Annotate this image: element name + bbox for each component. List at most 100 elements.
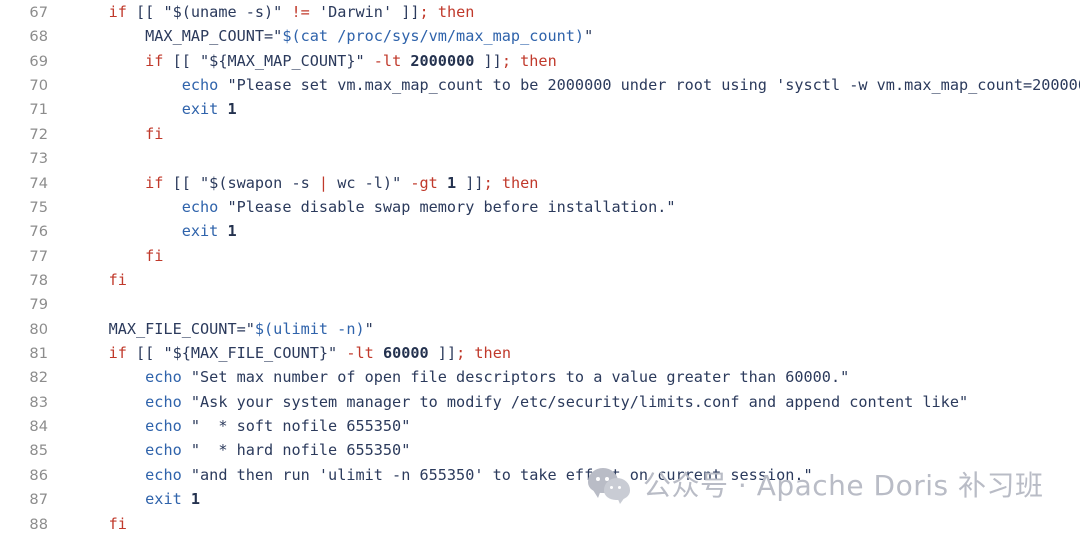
code-token: fi <box>145 246 164 265</box>
code-line[interactable]: 80 MAX_FILE_COUNT="$(ulimit -n)" <box>0 317 1080 341</box>
code-line[interactable]: 77 fi <box>0 244 1080 268</box>
code-token: if <box>145 173 164 192</box>
code-token: then <box>501 173 539 192</box>
code-token: ; <box>483 173 493 192</box>
line-number: 83 <box>29 393 48 411</box>
code-token: ]] <box>456 173 484 192</box>
code-line[interactable]: 87 exit 1 <box>0 487 1080 511</box>
code-token: 1 <box>227 222 237 241</box>
code-viewer[interactable]: 67 if [[ "$(uname -s)" != 'Darwin' ]]; t… <box>0 0 1080 536</box>
code-text: exit 1 <box>48 97 237 121</box>
code-line[interactable]: 79 <box>0 292 1080 316</box>
code-token: ]] <box>392 3 420 21</box>
code-line[interactable]: 70 echo "Please set vm.max_map_count to … <box>0 73 1080 97</box>
code-text: if [[ "${MAX_FILE_COUNT}" -lt 60000 ]]; … <box>48 341 511 365</box>
line-number: 68 <box>29 28 48 46</box>
code-token: exit <box>181 222 219 241</box>
line-number: 69 <box>29 52 48 70</box>
code-token: "Ask your system manager to modify /etc/… <box>190 392 969 411</box>
code-line[interactable]: 75 echo "Please disable swap memory befo… <box>0 195 1080 219</box>
code-token: "$(swapon -s <box>200 173 319 192</box>
code-line[interactable]: 82 echo "Set max number of open file des… <box>0 365 1080 389</box>
code-token: [[ <box>163 173 201 192</box>
code-token: ; <box>501 51 511 70</box>
code-token: then <box>437 3 475 21</box>
line-number: 79 <box>29 296 48 314</box>
code-line[interactable]: 76 exit 1 <box>0 219 1080 243</box>
code-line[interactable]: 67 if [[ "$(uname -s)" != 'Darwin' ]]; t… <box>0 0 1080 24</box>
code-token: " <box>245 319 255 338</box>
code-text: echo " * hard nofile 655350" <box>48 438 410 462</box>
line-number: 82 <box>29 369 48 387</box>
line-number: 75 <box>29 198 48 216</box>
code-token: "${MAX_FILE_COUNT}" <box>163 344 338 363</box>
line-number: 86 <box>29 466 48 484</box>
code-text: MAX_FILE_COUNT="$(ulimit -n)" <box>48 317 374 341</box>
code-line[interactable]: 88 fi <box>0 512 1080 536</box>
code-line[interactable]: 84 echo " * soft nofile 655350" <box>0 414 1080 438</box>
code-token: if <box>108 3 127 21</box>
code-text: exit 1 <box>48 219 237 243</box>
line-number: 84 <box>29 418 48 436</box>
code-token: exit <box>181 100 219 119</box>
code-line[interactable]: 73 <box>0 146 1080 170</box>
code-line[interactable]: 72 fi <box>0 122 1080 146</box>
code-text: fi <box>48 122 163 146</box>
code-token: " * soft nofile 655350" <box>190 417 411 436</box>
code-token: wc -l)" <box>328 173 402 192</box>
code-line[interactable]: 69 if [[ "${MAX_MAP_COUNT}" -lt 2000000 … <box>0 49 1080 73</box>
code-text: fi <box>48 268 127 292</box>
line-number: 81 <box>29 345 48 363</box>
code-token: 60000 <box>382 344 429 363</box>
code-token: 1 <box>190 490 201 509</box>
code-text: exit 1 <box>48 487 200 511</box>
code-text: echo "Please set vm.max_map_count to be … <box>48 73 1080 97</box>
code-token: "Please set vm.max_map_count to be 20000… <box>227 76 1080 95</box>
code-token: $(ulimit -n) <box>254 319 365 338</box>
code-line[interactable]: 83 echo "Ask your system manager to modi… <box>0 390 1080 414</box>
code-line[interactable]: 78 fi <box>0 268 1080 292</box>
line-number: 74 <box>29 174 48 192</box>
code-token: ; <box>419 3 429 21</box>
code-text: if [[ "$(uname -s)" != 'Darwin' ]]; then <box>48 0 475 24</box>
code-token: "${MAX_MAP_COUNT}" <box>200 51 365 70</box>
code-token: [[ <box>126 3 164 21</box>
code-line[interactable]: 71 exit 1 <box>0 97 1080 121</box>
line-number: 70 <box>29 77 48 95</box>
code-token: 'Darwin' <box>318 3 393 21</box>
code-token: fi <box>108 514 127 533</box>
code-token: 1 <box>446 173 457 192</box>
line-number: 71 <box>29 101 48 119</box>
code-line[interactable]: 85 echo " * hard nofile 655350" <box>0 438 1080 462</box>
code-line[interactable]: 86 echo "and then run 'ulimit -n 655350'… <box>0 463 1080 487</box>
code-token: != <box>291 3 310 21</box>
code-token: " * hard nofile 655350" <box>190 441 411 460</box>
code-line[interactable]: 74 if [[ "$(swapon -s | wc -l)" -gt 1 ]]… <box>0 171 1080 195</box>
code-token: " <box>584 27 594 46</box>
code-line[interactable]: 81 if [[ "${MAX_FILE_COUNT}" -lt 60000 ]… <box>0 341 1080 365</box>
code-token: fi <box>108 270 127 289</box>
code-line[interactable]: 68 MAX_MAP_COUNT="$(cat /proc/sys/vm/max… <box>0 24 1080 48</box>
code-token: " <box>364 319 374 338</box>
code-token: -lt <box>373 51 402 70</box>
code-token: if <box>145 51 164 70</box>
code-token: then <box>474 344 511 363</box>
